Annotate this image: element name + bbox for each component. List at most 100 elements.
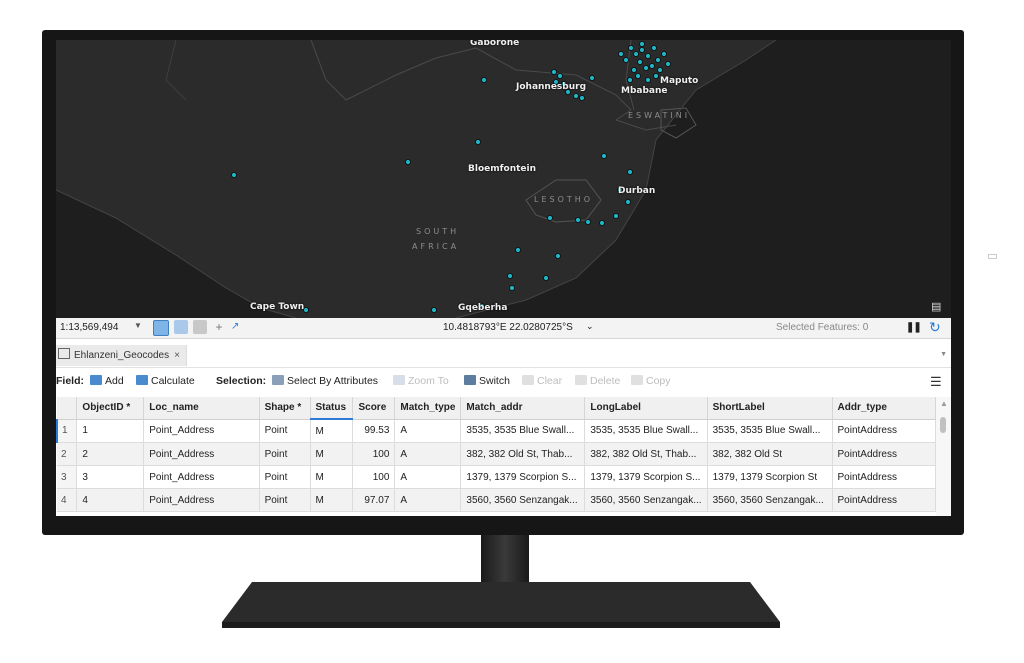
- table-cell[interactable]: 3560, 3560 Senzangak...: [460, 488, 586, 512]
- table-cell[interactable]: Point_Address: [143, 465, 260, 489]
- table-cell[interactable]: 97.07: [352, 488, 396, 512]
- table-cell[interactable]: 4: [76, 488, 145, 512]
- table-cell[interactable]: 1: [76, 419, 145, 443]
- table-cell[interactable]: M: [310, 442, 354, 466]
- table-scrollbar[interactable]: ▲: [936, 397, 951, 516]
- chevron-down-icon[interactable]: ▼: [940, 351, 947, 358]
- crosshair-icon[interactable]: +: [212, 320, 226, 334]
- table-cell[interactable]: 382, 382 Old St, Thab...: [584, 442, 708, 466]
- table-cell[interactable]: 1379, 1379 Scorpion S...: [584, 465, 708, 489]
- table-cell[interactable]: 3535, 3535 Blue Swall...: [584, 419, 708, 443]
- map-label-johannesburg: Johannesburg: [516, 82, 587, 92]
- column-header[interactable]: ObjectID *: [76, 397, 145, 420]
- map-tool-icon[interactable]: ▤: [931, 300, 945, 313]
- table-icon[interactable]: [193, 320, 207, 334]
- table-cell[interactable]: 3: [76, 465, 145, 489]
- table-cell[interactable]: 1379, 1379 Scorpion St: [707, 465, 833, 489]
- column-header[interactable]: LongLabel: [584, 397, 708, 420]
- table-row[interactable]: 3 3 Point_Address Point M 100 A 1379, 13…: [57, 465, 937, 489]
- tab-ehlanzeni-geocodes[interactable]: Ehlanzeni_Geocodes ×: [56, 345, 187, 366]
- column-header[interactable]: Shape *: [259, 397, 311, 420]
- table-cell[interactable]: A: [394, 488, 462, 512]
- add-field-button[interactable]: Add: [90, 375, 124, 387]
- table-cell[interactable]: M: [310, 465, 354, 489]
- table-cell[interactable]: 3560, 3560 Senzangak...: [707, 488, 833, 512]
- grid-snap-icon[interactable]: [174, 320, 188, 334]
- switch-icon: [464, 375, 476, 385]
- copy-icon: [631, 375, 643, 385]
- table-cell[interactable]: 3560, 3560 Senzangak...: [584, 488, 708, 512]
- delete-button[interactable]: Delete: [575, 375, 620, 387]
- table-cell[interactable]: M: [310, 488, 354, 512]
- table-cell[interactable]: Point: [259, 465, 311, 489]
- table-cell[interactable]: M: [310, 419, 354, 443]
- row-number[interactable]: 4: [57, 488, 78, 512]
- table-cell[interactable]: PointAddress: [832, 465, 937, 489]
- scale-dropdown-icon[interactable]: ▼: [134, 321, 142, 330]
- map-label-bloemfontein: Bloemfontein: [468, 164, 537, 174]
- scale-value[interactable]: 1:13,569,494: [60, 322, 118, 333]
- table-row[interactable]: 1 1 Point_Address Point M 99.53 A 3535, …: [56, 419, 937, 443]
- map-label-durban: Durban: [618, 186, 656, 196]
- scroll-up-icon[interactable]: ▲: [940, 399, 948, 408]
- table-cell[interactable]: PointAddress: [832, 488, 937, 512]
- pause-drawing-icon[interactable]: ❚❚: [906, 322, 922, 333]
- zoom-to-button[interactable]: Zoom To: [393, 375, 449, 387]
- table-cell[interactable]: 100: [352, 465, 396, 489]
- table-cell[interactable]: 1379, 1379 Scorpion S...: [460, 465, 586, 489]
- column-header[interactable]: Score: [352, 397, 396, 420]
- table-cell[interactable]: Point: [259, 488, 311, 512]
- table-cell[interactable]: Point: [259, 442, 311, 466]
- table-cell[interactable]: 3535, 3535 Blue Swall...: [707, 419, 833, 443]
- refresh-icon[interactable]: ↻: [929, 319, 941, 336]
- map-label-lesotho: LESOTHO: [534, 195, 594, 204]
- table-cell[interactable]: PointAddress: [832, 442, 937, 466]
- snapping-icon[interactable]: ↗: [231, 320, 245, 334]
- table-cell[interactable]: A: [394, 419, 462, 443]
- copy-button[interactable]: Copy: [631, 375, 671, 387]
- switch-selection-button[interactable]: Switch: [464, 375, 510, 387]
- select-all-corner[interactable]: [57, 397, 78, 420]
- map-label-gaborone: Gaborone: [470, 40, 520, 48]
- scrollbar-thumb[interactable]: [940, 417, 946, 433]
- column-header[interactable]: Status: [310, 397, 354, 420]
- table-row[interactable]: 4 4 Point_Address Point M 97.07 A 3560, …: [57, 488, 937, 512]
- tab-title: Ehlanzeni_Geocodes: [74, 350, 170, 361]
- table-cell[interactable]: 3535, 3535 Blue Swall...: [460, 419, 586, 443]
- table-cell[interactable]: 100: [352, 442, 396, 466]
- attribute-table: ObjectID * Loc_name Shape * Status Score…: [56, 397, 937, 512]
- column-header[interactable]: Addr_type: [832, 397, 937, 420]
- menu-icon[interactable]: ☰: [930, 374, 942, 390]
- row-number[interactable]: 1: [56, 419, 78, 443]
- table-cell[interactable]: 99.53: [352, 419, 396, 443]
- table-cell[interactable]: A: [394, 465, 462, 489]
- map-label-mbabane: Mbabane: [621, 86, 668, 96]
- select-by-attributes-button[interactable]: Select By Attributes: [272, 375, 378, 387]
- column-header[interactable]: Match_type: [394, 397, 462, 420]
- table-row[interactable]: 2 2 Point_Address Point M 100 A 382, 382…: [57, 442, 937, 466]
- table-cell[interactable]: A: [394, 442, 462, 466]
- calculate-field-button[interactable]: Calculate: [136, 375, 195, 387]
- table-cell[interactable]: 2: [76, 442, 145, 466]
- row-number[interactable]: 2: [57, 442, 78, 466]
- table-cell[interactable]: 382, 382 Old St, Thab...: [460, 442, 586, 466]
- coordinate-dropdown-icon[interactable]: ⌄: [586, 321, 594, 332]
- table-cell[interactable]: Point_Address: [143, 488, 260, 512]
- column-header[interactable]: ShortLabel: [707, 397, 833, 420]
- fixed-zoom-icon[interactable]: [153, 320, 169, 336]
- add-field-icon: [90, 375, 102, 385]
- column-header[interactable]: Match_addr: [460, 397, 586, 420]
- table-cell[interactable]: Point: [259, 419, 311, 443]
- table-cell[interactable]: Point_Address: [143, 442, 260, 466]
- row-number[interactable]: 3: [57, 465, 78, 489]
- table-cell[interactable]: Point_Address: [143, 419, 260, 443]
- table-cell[interactable]: 382, 382 Old St: [707, 442, 833, 466]
- close-icon[interactable]: ×: [174, 350, 180, 361]
- table-cell[interactable]: PointAddress: [832, 419, 937, 443]
- map-label-cape-town: Cape Town: [250, 302, 305, 312]
- selected-features-count: Selected Features: 0: [776, 322, 869, 333]
- map-label-africa: AFRICA: [412, 242, 460, 251]
- map-view[interactable]: Gaborone Johannesburg Mbabane Maputo Blo…: [56, 40, 951, 318]
- clear-selection-button[interactable]: Clear: [522, 375, 562, 387]
- column-header[interactable]: Loc_name: [143, 397, 260, 420]
